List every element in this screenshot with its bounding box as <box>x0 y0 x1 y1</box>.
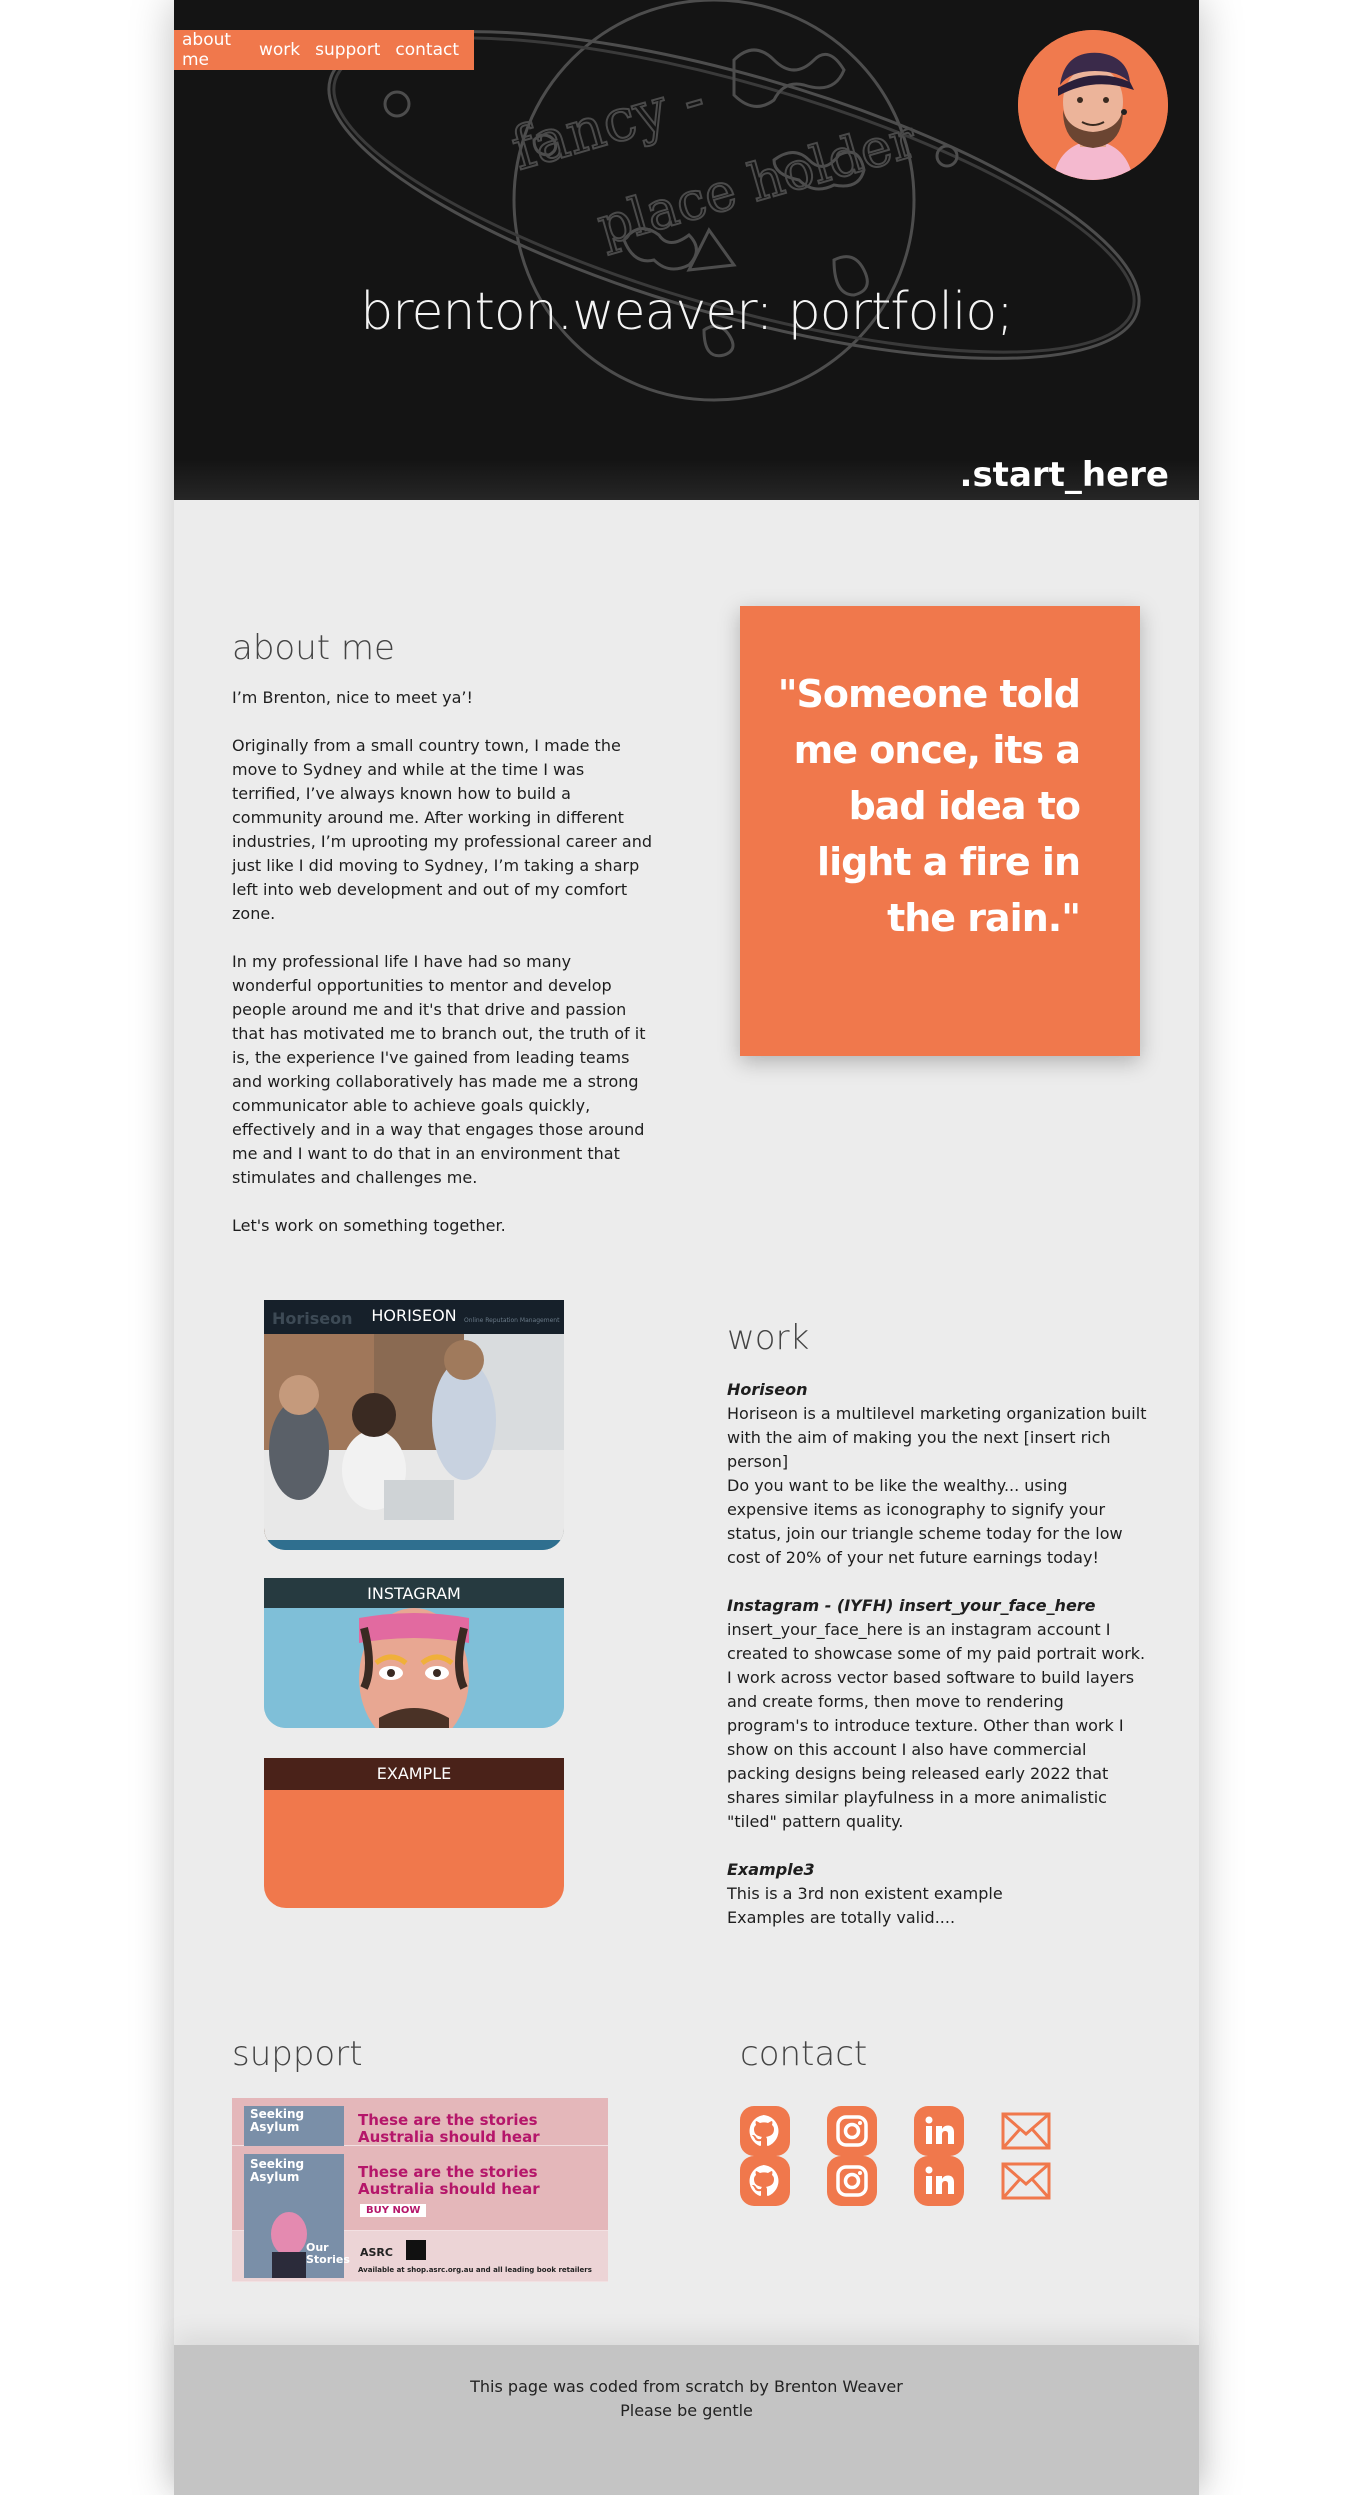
linkedin-icon[interactable] <box>914 2156 964 2206</box>
contact-heading: contact <box>740 2034 868 2074</box>
work-card-instagram[interactable]: INSTAGRAM <box>264 1578 564 1728</box>
nav-link-work[interactable]: work <box>259 40 300 60</box>
horiseon-photo: Horiseon Online Reputation Management <box>264 1300 564 1550</box>
footer-credit: This page was coded from scratch by Bren… <box>470 2377 903 2396</box>
work-card-label: INSTAGRAM <box>367 1584 461 1603</box>
project-description: Examples are totally valid.... <box>727 1908 956 1927</box>
page-footer: This page was coded from scratch by Bren… <box>174 2345 1199 2495</box>
project-description: Do you want to be like the wealthy... us… <box>727 1476 1123 1567</box>
project-example3: Example3 This is a 3rd non existent exam… <box>727 1858 1147 1930</box>
nav-link-support[interactable]: support <box>315 40 380 60</box>
email-icon[interactable] <box>1001 2156 1051 2206</box>
about-paragraph: Originally from a small country town, I … <box>232 736 652 923</box>
banner-headline-top: These are the stories Australia should h… <box>358 2111 540 2146</box>
project-instagram: Instagram - (IYFH) insert_your_face_here… <box>727 1594 1147 1834</box>
asrc-support-banner[interactable]: Seeking Asylum These are the stories Aus… <box>232 2098 608 2282</box>
project-title: Example3 <box>727 1860 815 1879</box>
project-horiseon: Horiseon Horiseon is a multilevel market… <box>727 1378 1147 1570</box>
github-icon[interactable] <box>740 2156 790 2206</box>
quote-box: "Someone told me once, its a bad idea to… <box>740 606 1140 1056</box>
hero-title: brenton.weaver: portfolio; <box>360 282 1014 342</box>
asrc-logo: ASRC <box>360 2246 393 2259</box>
about-paragraph: In my professional life I have had so ma… <box>232 952 646 1187</box>
nav-link-contact[interactable]: contact <box>395 40 459 60</box>
work-card-horiseon[interactable]: Horiseon Online Reputation Management HO… <box>264 1300 564 1550</box>
page-container: fancy - place holder about me work suppo… <box>174 0 1199 2495</box>
book-cover: Seeking Asylum Our Stories <box>244 2154 350 2278</box>
project-title: Horiseon <box>727 1380 808 1399</box>
project-description: insert_your_face_here is an instagram ac… <box>727 1620 1146 1831</box>
about-text: I’m Brenton, nice to meet ya’! Originall… <box>232 686 652 1262</box>
profile-avatar <box>1018 30 1168 180</box>
banner-availability: Available at shop.asrc.org.au and all le… <box>358 2266 592 2274</box>
project-title: Instagram - (IYFH) insert_your_face_here <box>727 1596 1096 1615</box>
instagram-icon[interactable] <box>827 2156 877 2206</box>
book-cover-top: Seeking Asylum <box>244 2106 344 2146</box>
email-icon[interactable] <box>1001 2106 1051 2156</box>
sketch-text-fancy: fancy - <box>504 64 712 184</box>
about-paragraph: I’m Brenton, nice to meet ya’! <box>232 688 473 707</box>
buy-now-button[interactable]: BUY NOW <box>360 2204 427 2217</box>
github-icon[interactable] <box>740 2106 790 2156</box>
instagram-icon[interactable] <box>827 2106 877 2156</box>
project-description: Horiseon is a multilevel marketing organ… <box>727 1404 1147 1471</box>
start-here-link[interactable]: .start_here <box>960 455 1169 495</box>
linkedin-icon[interactable] <box>914 2106 964 2156</box>
work-card-example[interactable]: EXAMPLE <box>264 1758 564 1908</box>
quote-text: "Someone told me once, its a bad idea to… <box>777 672 1081 940</box>
footer-note: Please be gentle <box>620 2401 753 2420</box>
work-card-label: EXAMPLE <box>376 1764 452 1783</box>
qr-code <box>406 2240 426 2260</box>
work-heading: work <box>727 1318 810 1358</box>
support-heading: support <box>232 2034 363 2074</box>
project-description: This is a 3rd non existent example <box>727 1884 1003 1903</box>
work-text: Horiseon Horiseon is a multilevel market… <box>727 1378 1147 1954</box>
hero-banner: fancy - place holder about me work suppo… <box>174 0 1199 500</box>
book-title-top: Seeking Asylum <box>250 2107 305 2134</box>
main-nav: about me work support contact <box>174 30 474 70</box>
book-subtitle: Our Stories <box>306 2241 350 2266</box>
about-paragraph: Let's work on something together. <box>232 1216 506 1235</box>
banner-headline: These are the stories Australia should h… <box>358 2163 540 2198</box>
about-heading: about me <box>232 628 395 668</box>
work-card-label: HORISEON <box>371 1306 457 1325</box>
nav-link-about-me[interactable]: about me <box>182 30 244 70</box>
